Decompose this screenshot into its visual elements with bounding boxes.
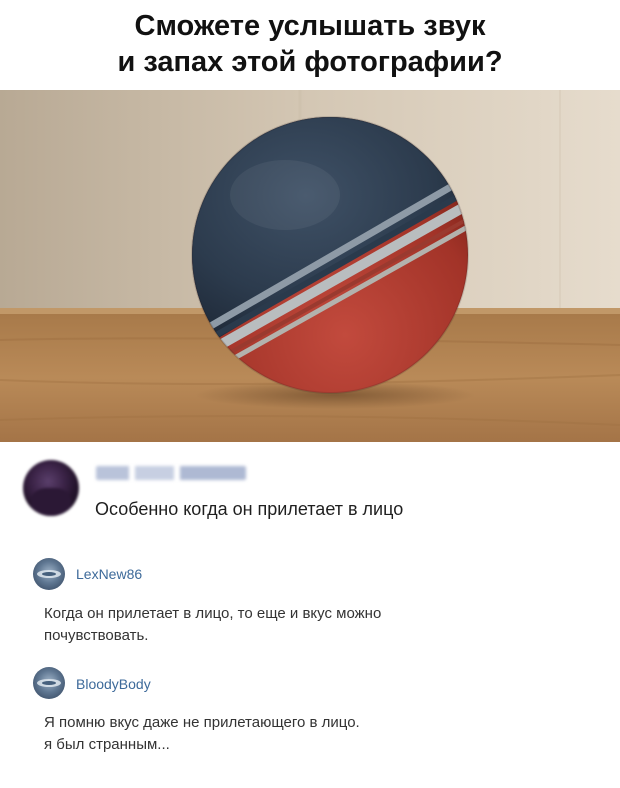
title-line-1: Сможете услышать звук <box>134 10 486 42</box>
commenter-name-blurred[interactable] <box>96 466 246 480</box>
reply-text-line-1: Когда он прилетает в лицо, то еще и вкус… <box>44 605 382 622</box>
ball-stripe-icon <box>42 681 56 685</box>
reply-text-line-2: я был странным... <box>44 736 170 753</box>
comment-text: Особенно когда он прилетает в лицо <box>95 499 404 519</box>
reply-author[interactable]: BloodyBody <box>76 676 151 692</box>
ball-photo <box>0 90 620 442</box>
reply-author[interactable]: LexNew86 <box>76 566 142 582</box>
title-line-2: и запах этой фотографии? <box>117 46 503 78</box>
ball-stripe-icon <box>42 572 56 576</box>
meme-title: Сможете услышать звук и запах этой фотог… <box>0 8 620 80</box>
reply-avatar[interactable] <box>33 558 65 590</box>
reply-text-line-1: Я помню вкус даже не прилетающего в лицо… <box>44 714 360 731</box>
reply-text-line-2: почувствовать. <box>44 627 149 644</box>
commenter-avatar[interactable] <box>23 460 79 516</box>
reply-avatar[interactable] <box>33 667 65 699</box>
